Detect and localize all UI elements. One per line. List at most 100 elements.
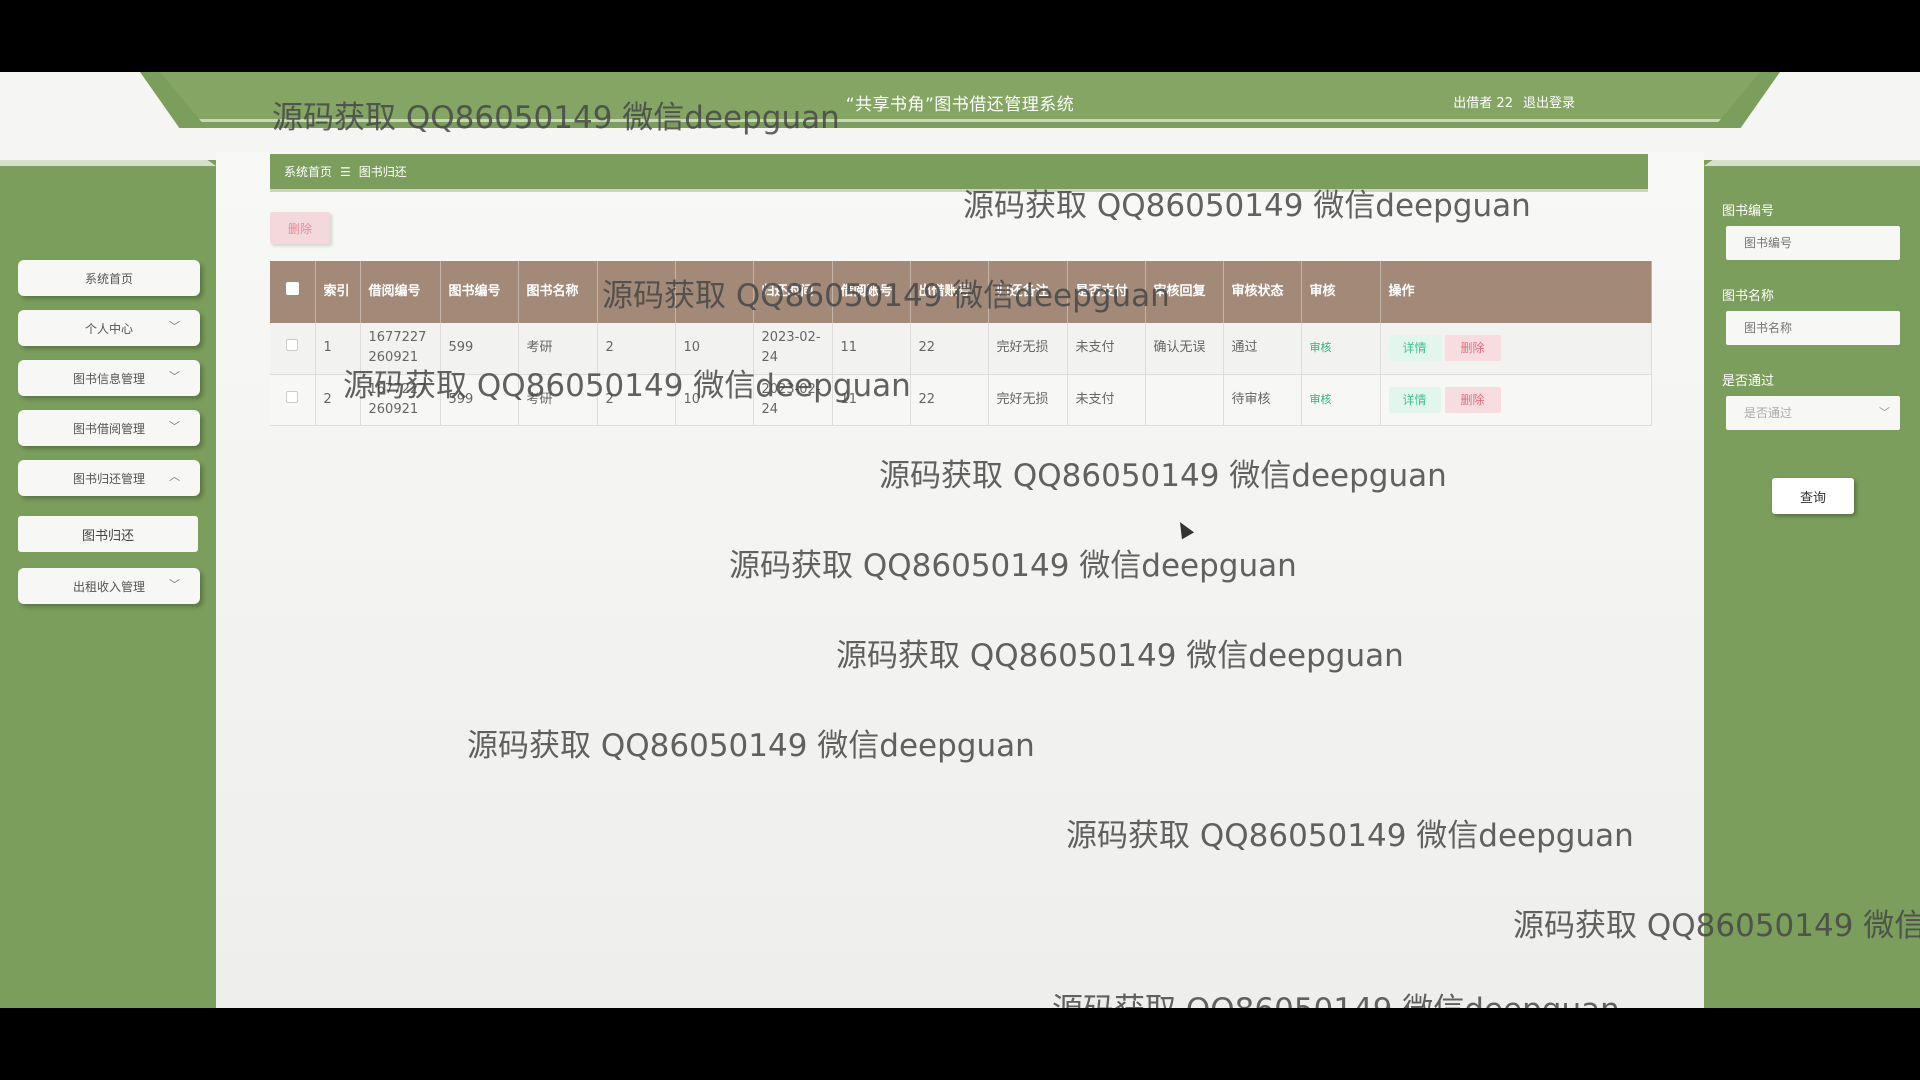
table-header-row: 索引 借阅编号 图书编号 图书名称 归还时间 借阅账号 出借账号 归还备注 是否… [270,261,1652,323]
cell-remark: 完好无损 [988,374,1068,426]
cell-borrow-no: 1677227260921 [360,374,441,426]
cell-paid: 未支付 [1067,374,1146,426]
screen: “共享书角”图书借还管理系统 出借者 22 退出登录 系统首页 个人中心 ﹀ 图… [0,0,1920,1080]
cell-c6: 10 [675,374,754,426]
delete-button[interactable]: 删除 [1444,335,1501,362]
table-row: 2 1677227260921 599 考研 2 10 2023-02-24 1… [270,374,1652,426]
sidebar-item-label: 图书借阅管理 [72,421,145,436]
sidebar-item-home[interactable]: 系统首页 [18,260,200,296]
column-header: 归还备注 [988,261,1068,323]
cell-book-no: 599 [440,374,519,426]
passed-select-placeholder: 是否通过 [1744,406,1793,420]
chevron-up-icon: ︿ [169,470,180,483]
column-header: 借阅编号 [360,261,441,323]
query-button[interactable]: 查询 [1772,478,1854,514]
sidebar-item-personal-center[interactable]: 个人中心 ﹀ [18,310,200,346]
cell-borrow-account: 11 [832,374,911,426]
row-checkbox[interactable] [286,390,299,403]
cell-book-name: 考研 [518,374,598,426]
chevron-down-icon: ﹀ [169,320,180,333]
app-window: “共享书角”图书借还管理系统 出借者 22 退出登录 系统首页 个人中心 ﹀ 图… [0,72,1920,1008]
column-header: 是否支付 [1067,261,1146,323]
sidebar-item-label: 系统首页 [84,271,133,286]
sidebar-subitem-book-return[interactable]: 图书归还 [18,516,198,552]
cell-borrow-no: 1677227260921 [360,323,441,375]
cell-remark: 完好无损 [988,323,1068,375]
sidebar-item-book-info[interactable]: 图书信息管理 ﹀ [18,360,200,396]
book-no-label: 图书编号 [1722,204,1775,219]
cell-lender-account: 22 [910,374,989,426]
chevron-down-icon: ﹀ [1879,406,1890,419]
column-header: 图书编号 [440,261,519,323]
return-table: 索引 借阅编号 图书编号 图书名称 归还时间 借阅账号 出借账号 归还备注 是否… [270,261,1652,426]
sidebar: 系统首页 个人中心 ﹀ 图书信息管理 ﹀ 图书借阅管理 ﹀ 图书归还管理 ︿ 图… [0,160,216,1008]
column-header [597,261,676,323]
cell-c6: 10 [675,323,754,375]
column-header: 操作 [1380,261,1652,323]
breadcrumb-current: 图书归还 [358,165,407,179]
column-header: 索引 [315,261,361,323]
cell-book-no: 599 [440,323,519,375]
breadcrumb-home[interactable]: 系统首页 [284,163,332,180]
cell-actions: 详情 删除 [1380,323,1652,375]
cell-book-name: 考研 [518,323,598,375]
passed-label: 是否通过 [1722,374,1775,389]
detail-button[interactable]: 详情 [1388,335,1441,362]
cell-index: 2 [315,374,361,426]
cell-reply: 确认无误 [1145,323,1224,375]
sidebar-item-return-management[interactable]: 图书归还管理 ︿ [18,460,200,496]
sidebar-item-borrow-management[interactable]: 图书借阅管理 ﹀ [18,410,200,446]
cell-return-time: 2023-02-24 [753,374,833,426]
current-user-label[interactable]: 出借者 22 [1453,92,1513,111]
chevron-down-icon: ﹀ [169,370,180,383]
breadcrumb: 系统首页 ☰ 图书归还 [270,154,1648,192]
column-header: 图书名称 [518,261,598,323]
column-header: 归还时间 [753,261,833,323]
column-header: 审核回复 [1145,261,1224,323]
chevron-down-icon: ﹀ [169,578,180,591]
table-row: 1 1677227260921 599 考研 2 10 2023-02-24 1… [270,323,1652,375]
chevron-down-icon: ﹀ [169,420,180,433]
audit-link[interactable]: 审核 [1310,393,1332,406]
cell-lender-account: 22 [910,323,989,375]
audit-link[interactable]: 审核 [1310,341,1332,354]
cell-index: 1 [315,323,361,375]
cell-borrow-account: 11 [832,323,911,375]
column-header [675,261,754,323]
cell-audit: 审核 [1301,374,1381,426]
sidebar-item-label: 个人中心 [84,321,133,336]
column-header: 审核 [1301,261,1381,323]
sidebar-item-label: 图书信息管理 [72,371,145,386]
cell-audit: 审核 [1301,323,1381,375]
cell-return-time: 2023-02-24 [753,323,833,375]
detail-button[interactable]: 详情 [1388,386,1441,413]
row-checkbox-cell[interactable] [270,323,316,375]
select-all-checkbox-cell[interactable] [270,261,316,323]
header-user-area: 出借者 22 退出登录 [1453,92,1575,111]
menu-icon: ☰ [340,164,351,179]
book-name-label: 图书名称 [1722,289,1775,304]
cell-c5: 2 [597,374,676,426]
book-no-input[interactable] [1726,226,1900,260]
cell-actions: 详情 删除 [1380,374,1652,426]
row-checkbox-cell[interactable] [270,374,316,426]
cell-reply [1145,374,1224,426]
select-all-checkbox[interactable] [285,282,299,295]
sidebar-item-label: 图书归还管理 [72,471,145,486]
cell-paid: 未支付 [1067,323,1146,375]
column-header: 借阅账号 [832,261,911,323]
column-header: 审核状态 [1223,261,1302,323]
sidebar-item-label: 出租收入管理 [72,579,145,594]
sidebar-item-rental-income[interactable]: 出租收入管理 ﹀ [18,568,200,604]
cell-status: 待审核 [1223,374,1302,426]
batch-delete-button[interactable]: 删除 [270,212,330,244]
row-checkbox[interactable] [286,339,299,352]
cell-status: 通过 [1223,323,1302,375]
passed-select[interactable]: 是否通过 ﹀ [1726,396,1900,430]
column-header: 出借账号 [910,261,989,323]
cell-c5: 2 [597,323,676,375]
header-bar: “共享书角”图书借还管理系统 出借者 22 退出登录 [160,72,1760,122]
delete-button[interactable]: 删除 [1444,386,1501,413]
logout-link[interactable]: 退出登录 [1523,92,1575,111]
book-name-input[interactable] [1726,311,1900,345]
